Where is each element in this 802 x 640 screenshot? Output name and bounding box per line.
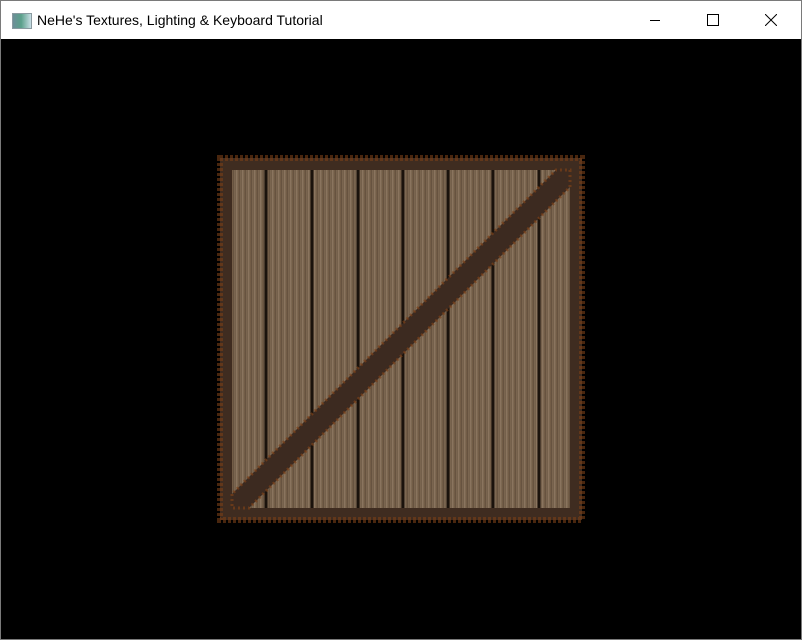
plank-seam [537, 170, 541, 508]
plank-seam [446, 170, 450, 508]
close-icon [765, 14, 777, 26]
plank-seam [310, 170, 314, 508]
app-icon [12, 13, 32, 29]
maximize-icon [707, 14, 719, 26]
plank-seam [356, 170, 360, 508]
plank-seam [491, 170, 495, 508]
crate-face [217, 155, 585, 523]
maximize-button[interactable] [690, 1, 736, 39]
minimize-icon [650, 20, 660, 21]
minimize-button[interactable] [632, 1, 678, 39]
app-window: NeHe's Textures, Lighting & Keyboard Tut… [0, 0, 802, 640]
plank-seam [264, 170, 268, 508]
title-bar[interactable]: NeHe's Textures, Lighting & Keyboard Tut… [1, 1, 801, 39]
close-button[interactable] [748, 1, 794, 39]
window-title: NeHe's Textures, Lighting & Keyboard Tut… [37, 12, 323, 28]
opengl-canvas[interactable] [1, 39, 801, 639]
crate-render [217, 155, 585, 523]
